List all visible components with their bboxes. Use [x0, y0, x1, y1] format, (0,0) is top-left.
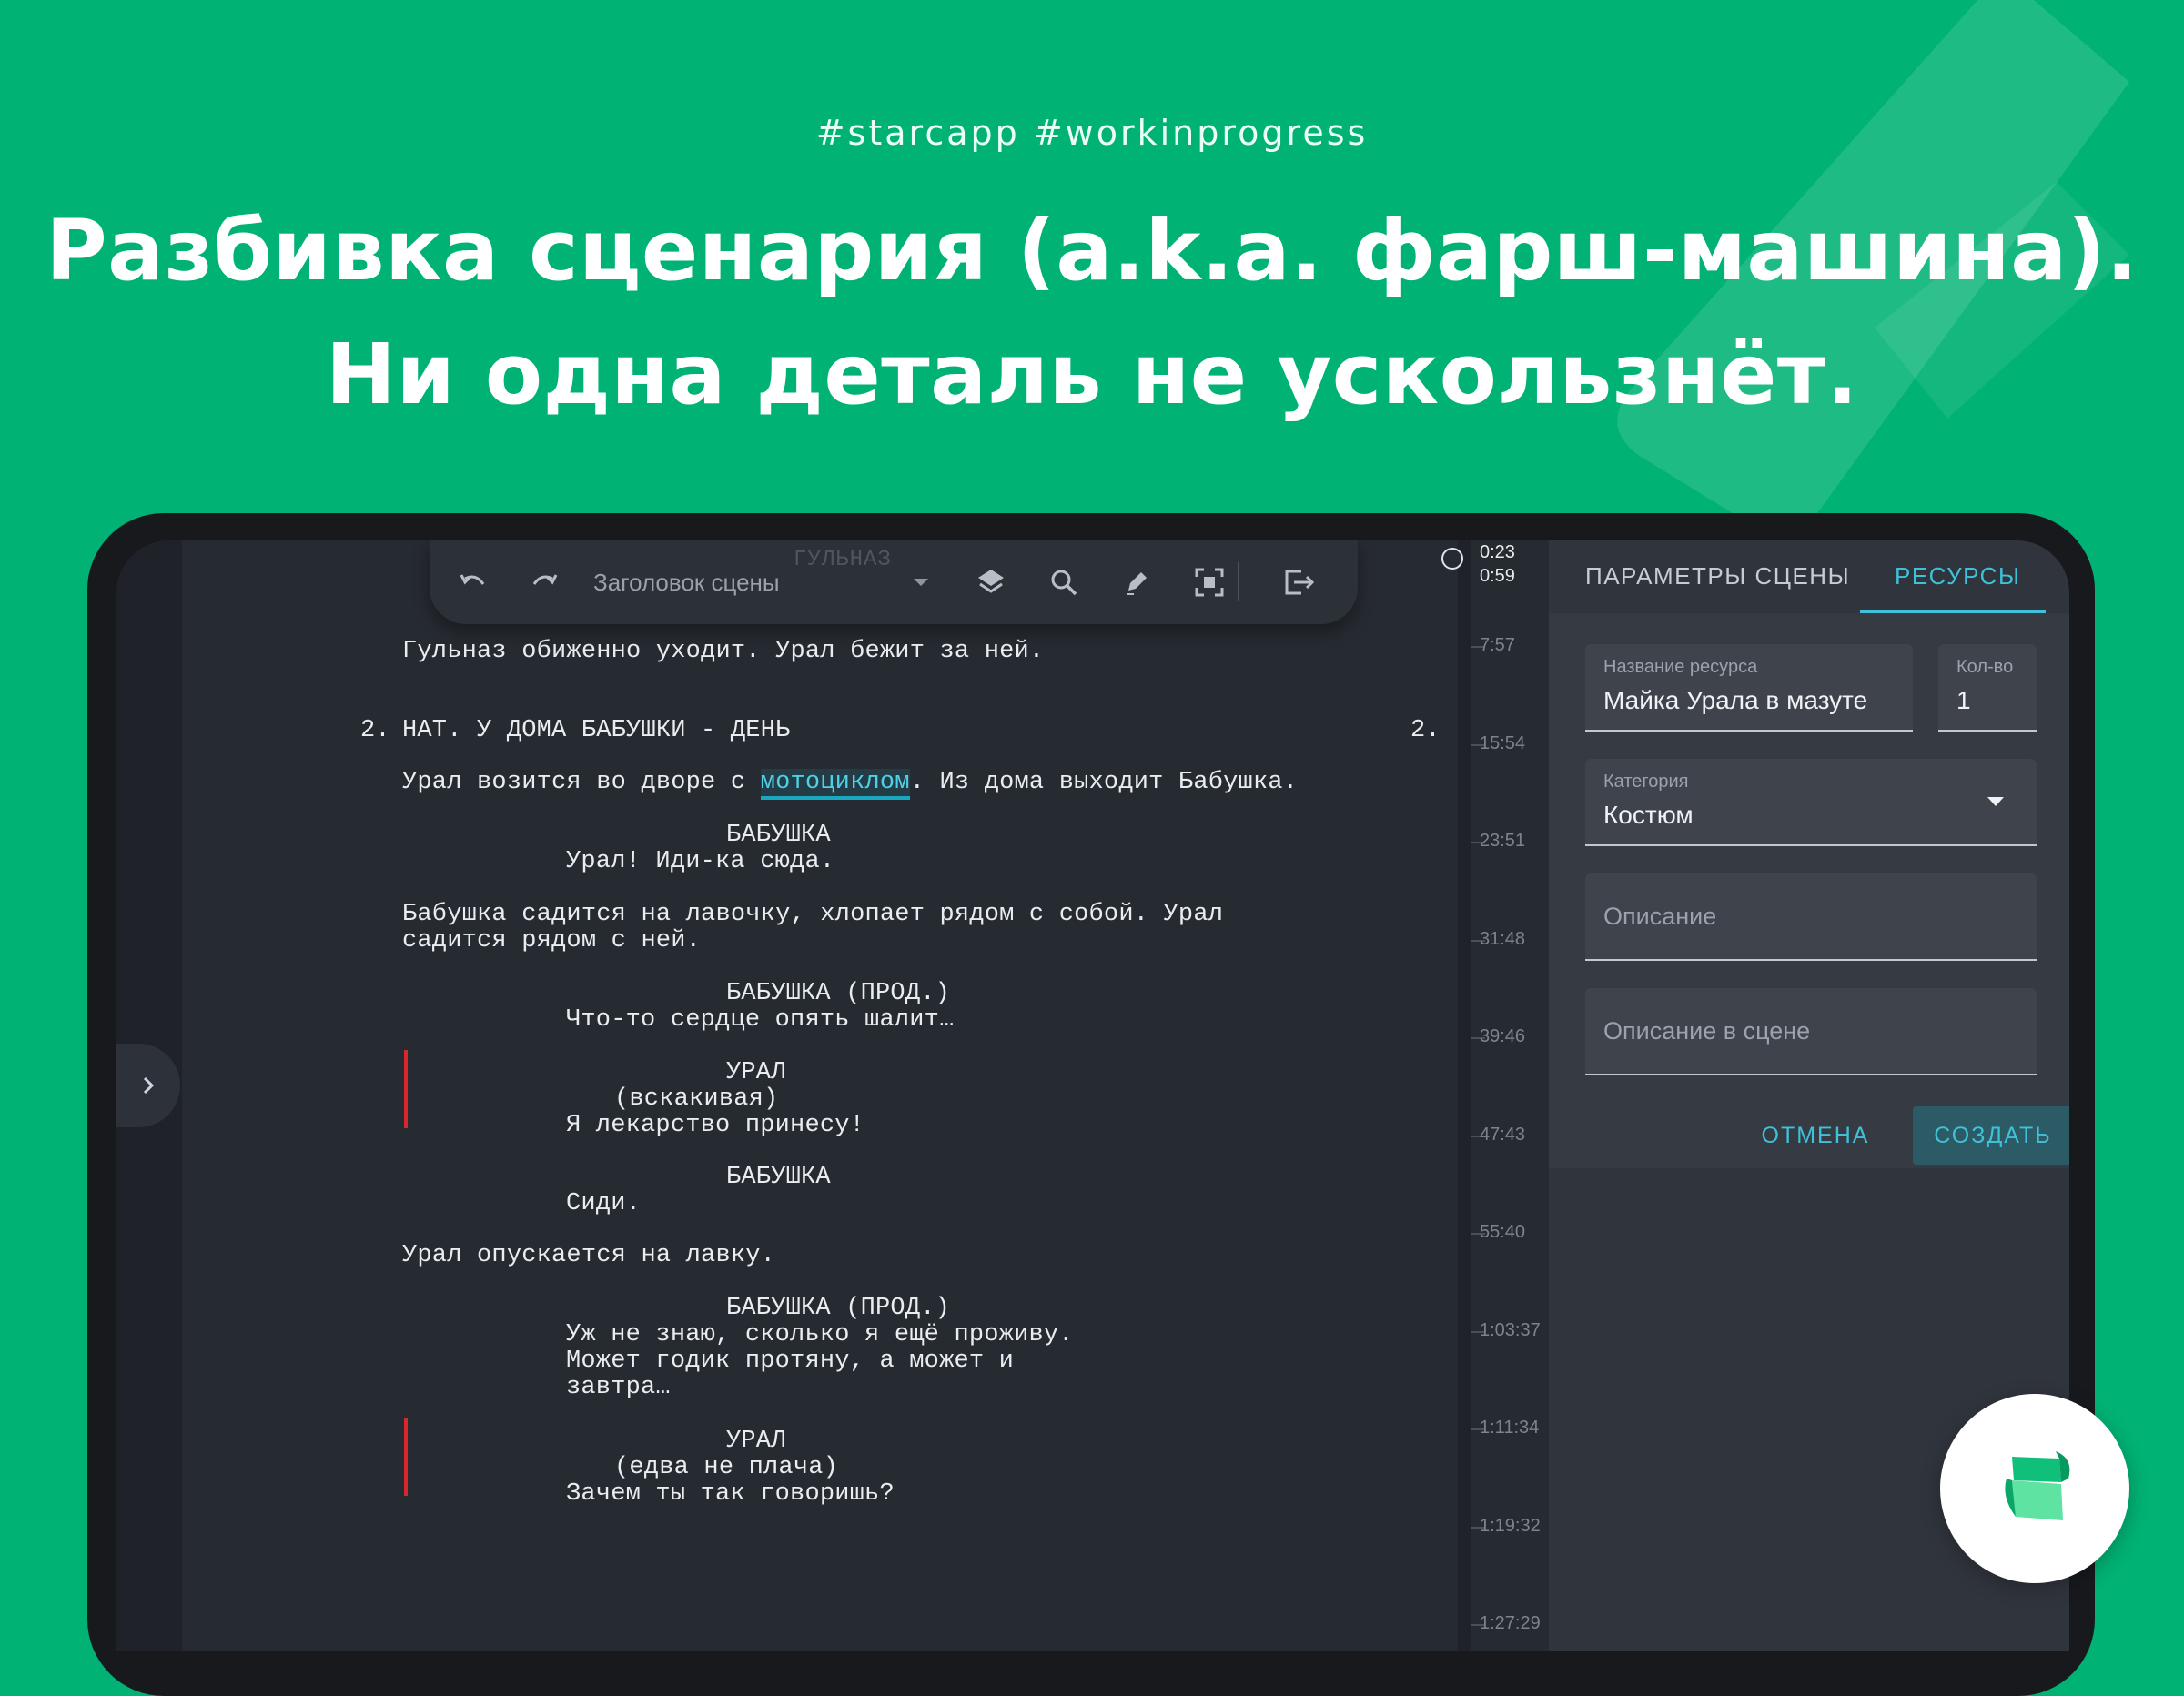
- character-name: БАБУШКА: [726, 822, 831, 849]
- heading-type-value: Заголовок сцены: [593, 568, 780, 596]
- search-button[interactable]: [1041, 560, 1087, 605]
- timeline-track[interactable]: [1458, 540, 1471, 1651]
- layers-button[interactable]: [968, 560, 1014, 605]
- character-name: УРАЛ: [726, 1428, 786, 1455]
- timeline-mark-label: 23:51: [1480, 831, 1526, 851]
- action-text: . Из дома выходит Бабушка.: [909, 769, 1299, 796]
- scene-description-placeholder: Описание в сцене: [1603, 1017, 1811, 1045]
- create-button[interactable]: СОЗДАТЬ: [1913, 1106, 2069, 1165]
- timeline-mark-label: 39:46: [1480, 1026, 1526, 1046]
- panel-tabs: ПАРАМЕТРЫ СЦЕНЫ РЕСУРСЫ: [1549, 540, 2069, 613]
- timeline-mark-label: 47:43: [1480, 1124, 1526, 1145]
- scene-heading: НАТ. У ДОМА БАБУШКИ - ДЕНЬ: [402, 717, 791, 744]
- heading-type-dropdown[interactable]: [898, 560, 944, 605]
- timeline-mark-label: 31:48: [1480, 928, 1526, 949]
- exit-icon: [1285, 570, 1315, 595]
- heading-type-select[interactable]: Заголовок сцены: [593, 564, 939, 601]
- resource-name-value: Майка Урала в мазуте: [1603, 686, 1868, 714]
- quantity-label: Кол-во: [1956, 657, 2014, 677]
- category-select[interactable]: Категория Костюм: [1585, 759, 2037, 846]
- pen-icon: [1127, 572, 1147, 595]
- dialogue: Что-то сердце опять шалит…: [566, 1006, 955, 1034]
- dialogue: Сиди.: [566, 1190, 642, 1217]
- action-line: Урал опускается на лавку.: [402, 1242, 776, 1269]
- create-resource-form: Название ресурса Майка Урала в мазуте Ко…: [1549, 613, 2069, 1168]
- app-screen: Гульназ обиженно уходит. Урал бежит за н…: [116, 540, 2069, 1651]
- description-placeholder: Описание: [1603, 903, 1717, 930]
- dialogue: Зачем ты так говоришь?: [566, 1480, 895, 1508]
- layers-icon: [978, 570, 1004, 593]
- resource-name-label: Название ресурса: [1603, 657, 1758, 677]
- script-text[interactable]: Гульназ обиженно уходит. Урал бежит за н…: [182, 540, 1458, 1651]
- quantity-value: 1: [1956, 686, 1971, 714]
- parenthetical: (вскакивая): [614, 1085, 779, 1113]
- character-name: БАБУШКА (ПРОД.): [726, 1295, 951, 1322]
- timeline-mark-label: 1:27:29: [1480, 1613, 1541, 1633]
- headline-line-1: Разбивка сценария (a.k.a. фарш-машина).: [46, 202, 2138, 299]
- redo-button[interactable]: [522, 560, 568, 605]
- timeline-position-indicator[interactable]: [1441, 548, 1463, 570]
- category-value: Костюм: [1603, 801, 1694, 829]
- timeline-current-duration: 0:59: [1480, 566, 1515, 586]
- headline-line-2: Ни одна деталь не ускользнёт.: [325, 326, 1859, 423]
- character-name: БАБУШКА: [726, 1164, 831, 1191]
- timeline-mark-label: 15:54: [1480, 732, 1526, 753]
- tab-scene-params[interactable]: ПАРАМЕТРЫ СЦЕНЫ: [1585, 562, 1850, 591]
- editor-toolbar: ГУЛЬНАЗ Заголовок сцены: [430, 540, 1358, 624]
- script-editor[interactable]: Гульназ обиженно уходит. Урал бежит за н…: [182, 540, 1458, 1651]
- resource-name-field[interactable]: Название ресурса Майка Урала в мазуте: [1585, 644, 1913, 732]
- hashtags: #starcapp #workinprogress: [815, 113, 1369, 153]
- scene-description-field[interactable]: Описание в сцене: [1585, 988, 2037, 1075]
- action-line: Урал возится во дворе с мотоциклом. Из д…: [402, 769, 1299, 800]
- pen-button[interactable]: [1114, 560, 1159, 605]
- description-field[interactable]: Описание: [1585, 873, 2037, 961]
- dialogue: Урал! Иди-ка сюда.: [566, 848, 835, 875]
- parenthetical: (едва не плача): [614, 1454, 839, 1481]
- action-text: Урал возится во дворе с: [402, 769, 761, 796]
- undo-button[interactable]: [450, 560, 495, 605]
- script-timeline[interactable]: 0:23 0:59 7:57 15:54 23:51 31:48 39:46 47:43 5…: [1441, 540, 1549, 1651]
- action-line: садится рядом с ней.: [402, 927, 702, 954]
- app-logo: [1940, 1394, 2129, 1583]
- tab-resources[interactable]: РЕСУРСЫ: [1895, 562, 2020, 591]
- starc-logo-icon: [2005, 1451, 2070, 1520]
- focus-icon: [1195, 568, 1224, 597]
- action-line: Гульназ обиженно уходит. Урал бежит за н…: [402, 638, 1045, 665]
- dialogue: Может годик протяну, а может и: [566, 1348, 1015, 1375]
- scene-number-left: 2.: [360, 717, 390, 744]
- highlighted-resource[interactable]: мотоциклом: [760, 769, 910, 800]
- search-icon: [1051, 570, 1077, 596]
- dropdown-arrow-icon: [1987, 797, 2004, 806]
- scene-number-right: 2.: [1410, 717, 1441, 744]
- cancel-button[interactable]: ОТМЕНА: [1747, 1106, 1884, 1165]
- timeline-mark-label: 1:03:37: [1480, 1319, 1541, 1340]
- quantity-field[interactable]: Кол-во 1: [1938, 644, 2037, 732]
- toolbar-divider: [1238, 562, 1239, 601]
- character-name: БАБУШКА (ПРОД.): [726, 980, 951, 1007]
- timeline-mark-label: 1:11:34: [1480, 1418, 1540, 1438]
- chevron-right-icon: [143, 1076, 155, 1095]
- timeline-current-time: 0:23: [1480, 542, 1515, 562]
- undo-icon: [460, 574, 485, 585]
- character-name: УРАЛ: [726, 1059, 786, 1086]
- redo-icon: [532, 574, 558, 585]
- category-label: Категория: [1603, 772, 1689, 792]
- revision-mark: [404, 1050, 408, 1128]
- chevron-down-icon: [914, 579, 928, 586]
- dialogue: Уж не знаю, сколько я ещё проживу.: [566, 1321, 1074, 1348]
- dialogue: Я лекарство принесу!: [566, 1112, 865, 1139]
- exit-button[interactable]: [1276, 560, 1321, 605]
- timeline-mark-label: 7:57: [1480, 635, 1515, 655]
- action-line: Бабушка садится на лавочку, хлопает рядо…: [402, 901, 1224, 928]
- timeline-mark-label: 55:40: [1480, 1222, 1526, 1242]
- timeline-mark-label: 1:19:32: [1480, 1515, 1541, 1536]
- dialogue: завтра…: [566, 1374, 671, 1401]
- focus-mode-button[interactable]: [1187, 560, 1232, 605]
- revision-mark: [404, 1418, 408, 1496]
